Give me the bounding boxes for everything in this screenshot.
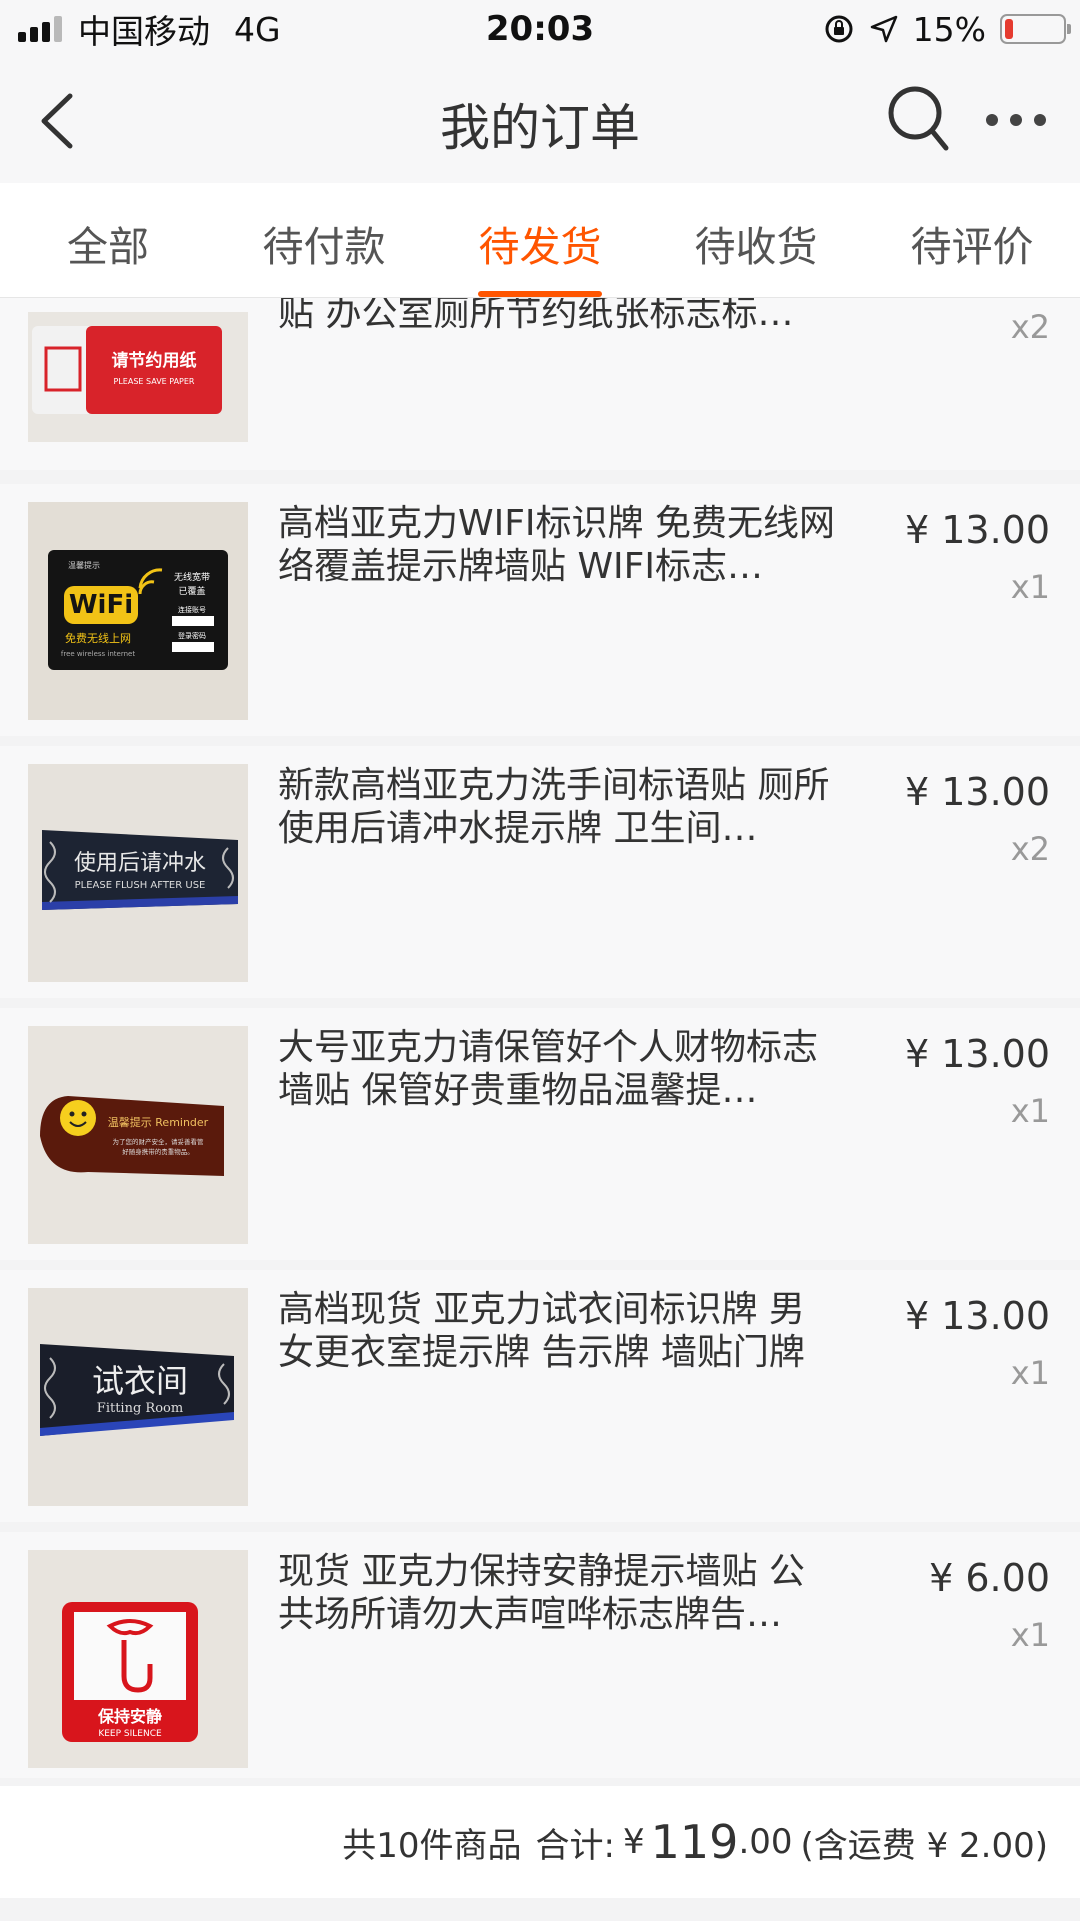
battery-icon (1000, 14, 1071, 44)
order-summary: 共10件商品 合计: ¥ 119 .00 (含运费 ¥ 2.00) (0, 1786, 1080, 1898)
total-label: 合计: (535, 1825, 615, 1866)
product-price: ¥ 13.00 (904, 770, 1050, 814)
product-thumbnail[interactable]: 保持安静 KEEP SILENCE (28, 1550, 248, 1768)
product-title[interactable]: 现货 亚克力保持安静提示墙贴 公共场所请勿大声喧哗标志牌告… (278, 1550, 838, 1636)
navigation-bar: 我的订单 (0, 58, 1080, 183)
tab-all[interactable]: 全部 (0, 183, 216, 297)
product-thumbnail[interactable]: 试衣间 Fitting Room (28, 1288, 248, 1506)
more-icon[interactable] (986, 108, 1046, 132)
order-item[interactable]: 保持安静 KEEP SILENCE 现货 亚克力保持安静提示墙贴 公共场所请勿大… (0, 1532, 1080, 1778)
battery-percent: 15% (912, 9, 986, 49)
total-amount-integer: 119 (650, 1815, 739, 1869)
location-arrow-icon (870, 15, 897, 43)
wifi-sign-image: 温馨提示 WiFi 免费无线上网 free wireless internet … (28, 502, 248, 720)
svg-text:温馨提示: 温馨提示 (68, 560, 100, 570)
svg-text:PLEASE SAVE PAPER: PLEASE SAVE PAPER (114, 377, 195, 386)
bottom-divider (0, 1898, 1080, 1921)
svg-text:试衣间: 试衣间 (92, 1362, 188, 1400)
product-title[interactable]: 大号亚克力请保管好个人财物标志墙贴 保管好贵重物品温馨提… (278, 1026, 838, 1112)
svg-text:免费无线上网: 免费无线上网 (65, 631, 131, 645)
fitting-room-sign-image: 试衣间 Fitting Room (28, 1288, 248, 1506)
svg-text:为了您的财产安全，请妥善看管: 为了您的财产安全，请妥善看管 (113, 1137, 205, 1146)
svg-text:使用后请冲水: 使用后请冲水 (74, 851, 206, 876)
svg-text:KEEP SILENCE: KEEP SILENCE (98, 1729, 162, 1739)
product-quantity: x2 (1010, 830, 1050, 868)
item-count: 共10件商品 (342, 1825, 522, 1866)
order-item[interactable]: 请节约用纸 PLEASE SAVE PAPER 贴 办公室厕所节约纸张标志标… … (0, 298, 1080, 470)
shipping-fee: (含运费 ¥ 2.00) (800, 1825, 1048, 1866)
back-arrow-icon[interactable] (30, 88, 90, 154)
svg-text:free wireless internet: free wireless internet (61, 650, 135, 658)
tab-pending-review[interactable]: 待评价 (864, 183, 1080, 297)
signal-strength-icon (18, 16, 62, 42)
reminder-sign-image: 温馨提示 Reminder 为了您的财产安全，请妥善看管 好随身携带的贵重物品。 (28, 1026, 248, 1244)
product-quantity: x1 (1010, 1616, 1050, 1654)
currency-symbol: ¥ (622, 1822, 645, 1862)
order-item[interactable]: 试衣间 Fitting Room 高档现货 亚克力试衣间标识牌 男女更衣室提示牌… (0, 1270, 1080, 1522)
product-quantity: x1 (1010, 1092, 1050, 1130)
total-amount-decimal: .00 (738, 1822, 793, 1862)
product-price: ¥ 13.00 (904, 1294, 1050, 1338)
orientation-lock-icon (825, 15, 853, 43)
order-item[interactable]: 温馨提示 WiFi 免费无线上网 free wireless internet … (0, 484, 1080, 736)
svg-text:已覆盖: 已覆盖 (178, 585, 205, 597)
product-price: ¥ 6.00 (929, 1556, 1050, 1600)
svg-text:Fitting Room: Fitting Room (97, 1401, 183, 1416)
keep-silence-sign-image: 保持安静 KEEP SILENCE (28, 1550, 248, 1768)
product-title[interactable]: 高档现货 亚克力试衣间标识牌 男女更衣室提示牌 告示牌 墙贴门牌 (278, 1288, 838, 1374)
svg-text:连接账号: 连接账号 (178, 605, 206, 614)
order-status-tabs: 全部 待付款 待发货 待收货 待评价 (0, 183, 1080, 298)
product-thumbnail[interactable]: 使用后请冲水 PLEASE FLUSH AFTER USE (28, 764, 248, 982)
product-price: ¥ 13.00 (904, 508, 1050, 552)
svg-text:保持安静: 保持安静 (97, 1707, 162, 1726)
svg-text:温馨提示 Reminder: 温馨提示 Reminder (108, 1115, 209, 1129)
carrier-name: 中国移动 (78, 12, 210, 51)
svg-text:登录密码: 登录密码 (178, 631, 206, 640)
svg-text:请节约用纸: 请节约用纸 (112, 350, 197, 371)
tab-pending-payment[interactable]: 待付款 (216, 183, 432, 297)
tab-pending-receipt[interactable]: 待收货 (648, 183, 864, 297)
product-price: ¥ 13.00 (904, 1032, 1050, 1076)
svg-text:无线宽带: 无线宽带 (174, 571, 210, 583)
network-type: 4G (234, 9, 281, 49)
tab-pending-shipment[interactable]: 待发货 (432, 183, 648, 297)
order-item-list: 请节约用纸 PLEASE SAVE PAPER 贴 办公室厕所节约纸张标志标… … (0, 298, 1080, 1778)
status-bar: 中国移动 4G 20:03 15% (0, 0, 1080, 58)
product-title[interactable]: 贴 办公室厕所节约纸张标志标… (278, 298, 838, 335)
search-icon[interactable] (884, 82, 954, 156)
product-title[interactable]: 新款高档亚克力洗手间标语贴 厕所使用后请冲水提示牌 卫生间… (278, 764, 838, 850)
product-thumbnail[interactable]: 请节约用纸 PLEASE SAVE PAPER (28, 312, 248, 442)
order-item[interactable]: 使用后请冲水 PLEASE FLUSH AFTER USE 新款高档亚克力洗手间… (0, 746, 1080, 998)
svg-text:PLEASE FLUSH AFTER USE: PLEASE FLUSH AFTER USE (75, 880, 206, 891)
product-thumbnail[interactable]: 温馨提示 WiFi 免费无线上网 free wireless internet … (28, 502, 248, 720)
order-item[interactable]: 温馨提示 Reminder 为了您的财产安全，请妥善看管 好随身携带的贵重物品。… (0, 1008, 1080, 1260)
flush-sign-image: 使用后请冲水 PLEASE FLUSH AFTER USE (28, 764, 248, 982)
save-paper-sign-image: 请节约用纸 PLEASE SAVE PAPER (28, 312, 248, 442)
product-thumbnail[interactable]: 温馨提示 Reminder 为了您的财产安全，请妥善看管 好随身携带的贵重物品。 (28, 1026, 248, 1244)
product-quantity: x1 (1010, 1354, 1050, 1392)
svg-text:WiFi: WiFi (69, 590, 133, 620)
product-quantity: x1 (1010, 568, 1050, 606)
product-quantity: x2 (1010, 308, 1050, 346)
product-title[interactable]: 高档亚克力WIFI标识牌 免费无线网络覆盖提示牌墙贴 WIFI标志… (278, 502, 838, 588)
svg-text:好随身携带的贵重物品。: 好随身携带的贵重物品。 (122, 1147, 194, 1156)
